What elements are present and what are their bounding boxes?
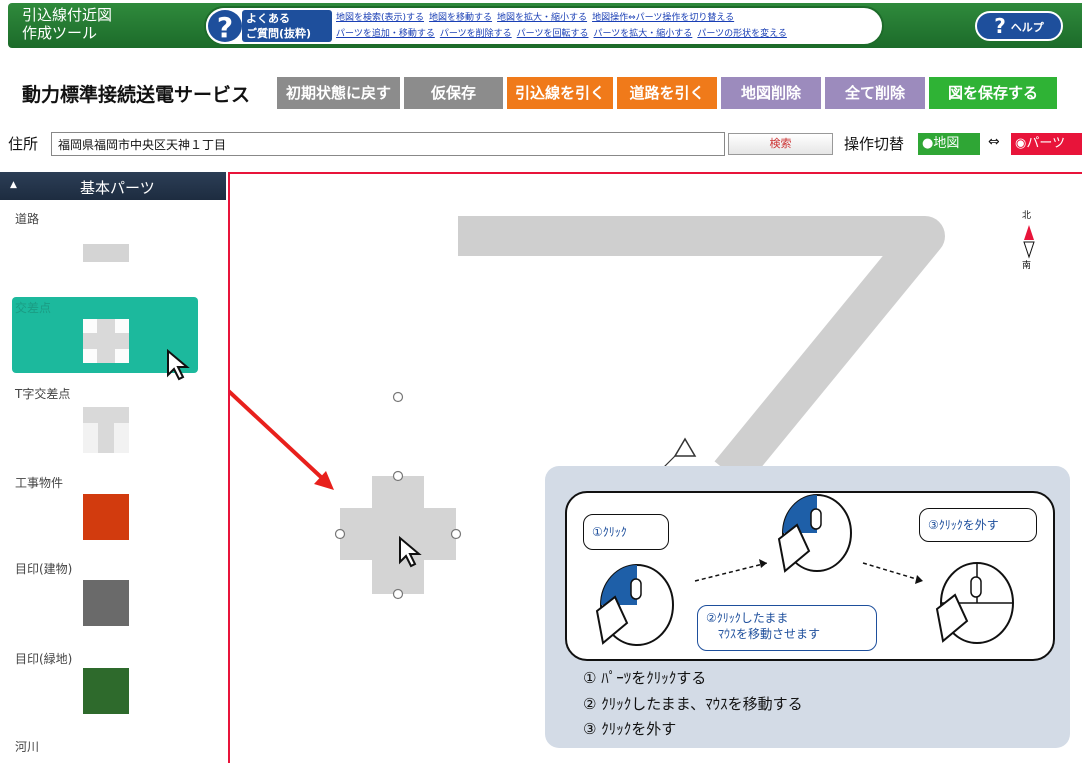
part-construction[interactable]: 工事物件 [0,474,226,554]
top-header: 引込線付近図 作成ツール ? よくある ご質問(抜粋) 地図を検索(表示)する … [0,0,1082,50]
part-construction-label: 工事物件 [15,476,64,490]
mouse-3-icon [935,562,1014,644]
part-road-label: 道路 [15,212,40,226]
faq-link-delete-parts[interactable]: パーツを削除する [440,26,512,42]
building-swatch [83,580,129,626]
part-road[interactable]: 道路 [0,210,226,280]
bubble-drag-line1: ②ｸﾘｯｸしたまま [706,611,789,625]
toolbar: 初期状態に戻す 仮保存 引込線を引く 道路を引く 地図削除 全て削除 図を保存す… [277,77,1057,109]
address-row: 住所 福岡県福岡市中央区天神１丁目 検索 操作切替 ●地図 ⇔ ◉パーツ [8,132,1082,156]
mouse-2-icon [777,494,852,573]
bubble-drag-line2: ﾏｳｽを移動させます [718,627,821,641]
help-question-icon: ? [994,14,1006,38]
faq-panel: ? よくある ご質問(抜粋) 地図を検索(表示)する 地図を移動する 地図を拡大… [204,6,884,46]
radio-selected-icon: ◉ [1015,136,1027,151]
compass-north-label: 北 [1022,211,1032,221]
part-landmark-building-label: 目印(建物) [15,562,73,576]
mode-parts-label: パーツ [1026,136,1066,151]
faq-links-row1: 地図を検索(表示)する 地図を移動する 地図を拡大・縮小する 地図操作⇔パーツ操… [336,10,881,26]
save-diagram-button[interactable]: 図を保存する [929,77,1057,109]
drag-arrow-icon [230,389,324,480]
app-title-line2: 作成ツール [22,24,98,42]
part-t-intersection-label: T字交差点 [15,387,71,401]
instruction-panel: ①ｸﾘｯｸ ③ｸﾘｯｸを外す ②ｸﾘｯｸしたまま ﾏｳｽを移動させます ① ﾊﾟ… [545,466,1070,748]
compass-south-label: 南 [1022,261,1032,271]
faq-link-rotate-parts[interactable]: パーツを回転する [517,26,589,42]
draw-service-line-button[interactable]: 引込線を引く [507,77,613,109]
marker-triangle-icon [673,437,697,457]
faq-link-scale-parts[interactable]: パーツを拡大・縮小する [593,26,692,42]
faq-badge-line1: よくある [246,12,290,25]
search-button[interactable]: 検索 [728,133,833,155]
bubble-release: ③ｸﾘｯｸを外す [919,508,1037,542]
faq-links-row2: パーツを追加・移動する パーツを削除する パーツを回転する パーツを拡大・縮小す… [336,26,881,42]
construction-swatch [83,494,129,540]
address-label: 住所 [8,135,39,153]
bubble-drag: ②ｸﾘｯｸしたまま ﾏｳｽを移動させます [697,605,877,651]
temp-save-button[interactable]: 仮保存 [404,77,503,109]
delete-map-button[interactable]: 地図削除 [721,77,821,109]
delete-all-button[interactable]: 全て削除 [825,77,925,109]
mouse-cursor-icon [167,349,190,381]
t-intersection-swatch [83,407,129,453]
guide-step-3: ③ ｸﾘｯｸを外す [583,720,677,738]
mode-map-radio[interactable]: ●地図 [918,133,980,155]
sidebar-title: 基本パーツ [80,179,155,197]
faq-link-move-map[interactable]: 地図を移動する [429,10,492,26]
part-intersection-label: 交差点 [15,301,52,315]
app-title: 引込線付近図 作成ツール [22,6,112,42]
road-shape [458,216,945,487]
guide-step-1: ① ﾊﾟｰﾂをｸﾘｯｸする [583,669,707,687]
part-river-label: 河川 [15,740,40,754]
swap-arrow-icon: ⇔ [988,134,1000,150]
part-landmark-building[interactable]: 目印(建物) [0,560,226,640]
help-button[interactable]: ? ヘルプ [975,11,1063,41]
service-title: 動力標準接続送電サービス [22,84,251,106]
faq-link-search-map[interactable]: 地図を検索(表示)する [336,10,424,26]
faq-link-zoom-map[interactable]: 地図を拡大・縮小する [497,10,587,26]
draw-road-button[interactable]: 道路を引く [617,77,717,109]
part-landmark-green[interactable]: 目印(緑地) [0,650,226,730]
mouse-1-icon [595,564,674,646]
mode-switch-label: 操作切替 [844,135,905,153]
collapse-triangle-icon: ▲ [10,180,17,190]
radio-dot-icon: ● [922,136,934,151]
app-window: 引込線付近図 作成ツール ? よくある ご質問(抜粋) 地図を検索(表示)する … [0,0,1082,763]
part-landmark-green-label: 目印(緑地) [15,652,73,666]
green-swatch [83,668,129,714]
faq-links: 地図を検索(表示)する 地図を移動する 地図を拡大・縮小する 地図操作⇔パーツ操… [336,10,881,42]
faq-link-add-parts[interactable]: パーツを追加・移動する [336,26,435,42]
address-input[interactable]: 福岡県福岡市中央区天神１丁目 [51,132,725,156]
part-t-intersection[interactable]: T字交差点 [0,385,226,465]
part-intersection[interactable]: 交差点 [12,297,198,381]
faq-link-switch-mode[interactable]: 地図操作⇔パーツ操作を切り替える [592,10,734,26]
mode-map-label: 地図 [933,136,960,151]
compass-icon [1023,225,1035,259]
mode-parts-radio[interactable]: ◉パーツ [1011,133,1082,155]
reset-button[interactable]: 初期状態に戻す [277,77,400,109]
road-swatch [83,244,129,262]
part-river[interactable]: 河川 [0,738,226,763]
question-icon: ? [206,8,244,44]
sidebar-header[interactable]: ▲ 基本パーツ [0,172,226,200]
faq-link-reshape-parts[interactable]: パーツの形状を変える [697,26,787,42]
parts-sidebar: ▲ 基本パーツ 道路 交差点 T字交差点 工事物件 目印(建物) 目印(緑地) … [0,172,226,763]
dragged-cross-part [334,391,462,600]
intersection-swatch [83,319,129,363]
guide-step-2: ② ｸﾘｯｸしたまま、ﾏｳｽを移動する [583,695,803,713]
faq-badge-line2: ご質問(抜粋) [246,27,312,40]
app-title-line1: 引込線付近図 [22,6,113,24]
instruction-illustration: ①ｸﾘｯｸ ③ｸﾘｯｸを外す ②ｸﾘｯｸしたまま ﾏｳｽを移動させます [565,491,1055,661]
help-label: ヘルプ [1010,21,1044,34]
faq-badge: よくある ご質問(抜粋) [242,10,332,42]
bubble-click: ①ｸﾘｯｸ [583,514,669,550]
